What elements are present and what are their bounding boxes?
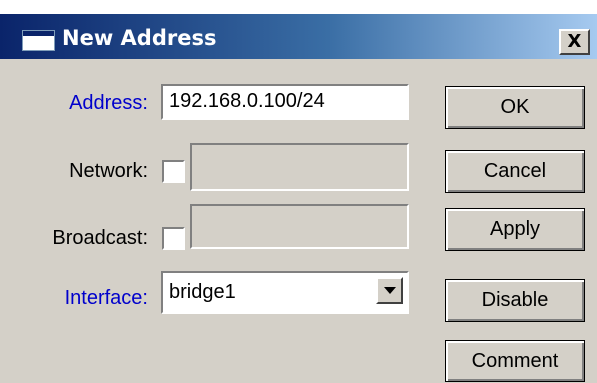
broadcast-checkbox[interactable] — [162, 227, 185, 250]
broadcast-input — [190, 204, 409, 249]
network-label: Network: — [69, 160, 148, 182]
interface-label: Interface: — [64, 287, 148, 309]
chevron-down-icon[interactable] — [376, 277, 403, 304]
apply-button[interactable]: Apply — [445, 208, 585, 251]
title-bar[interactable]: New Address X — [0, 14, 597, 59]
network-input — [190, 143, 409, 191]
network-checkbox[interactable] — [162, 160, 185, 183]
address-label: Address: — [69, 92, 148, 114]
comment-button[interactable]: Comment — [445, 340, 585, 382]
close-button[interactable]: X — [559, 29, 590, 55]
new-address-dialog: New Address X Address: 192.168.0.100/24 … — [0, 14, 597, 383]
interface-select[interactable]: bridge1 — [161, 271, 409, 314]
broadcast-label: Broadcast: — [52, 227, 148, 249]
address-input[interactable]: 192.168.0.100/24 — [161, 84, 409, 120]
disable-button[interactable]: Disable — [445, 279, 585, 322]
interface-select-value: bridge1 — [169, 281, 236, 303]
window-title: New Address — [62, 26, 217, 50]
cancel-button[interactable]: Cancel — [445, 150, 585, 193]
ok-button[interactable]: OK — [445, 86, 585, 129]
window-icon — [22, 30, 55, 51]
